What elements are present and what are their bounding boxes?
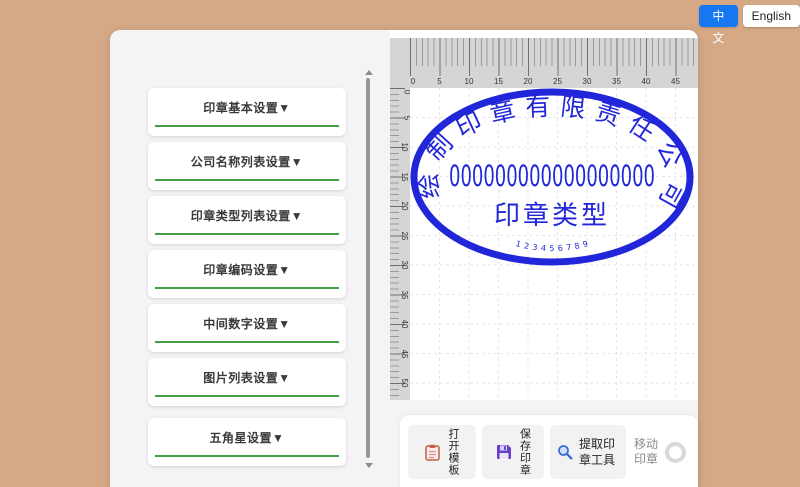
move-stamp-toggle[interactable] (665, 441, 686, 463)
ruler-label: 20 (523, 77, 533, 86)
ruler-label: 40 (400, 319, 410, 329)
ruler-label: 0 (410, 77, 416, 86)
sidebar-item-label: 中间数字设置▼ (203, 317, 291, 331)
horizontal-ruler: 0 5 10 15 20 25 30 35 40 45 (410, 38, 698, 88)
sidebar-item-middle-number-settings[interactable]: 中间数字设置▼ (148, 304, 346, 352)
sidebar-item-stamp-basic-settings[interactable]: 印章基本设置▼ (148, 88, 346, 136)
scroll-down-icon[interactable] (365, 463, 373, 468)
ruler-label: 45 (671, 77, 680, 86)
ruler-label: 40 (641, 77, 651, 86)
move-stamp-label: 移动印章 (634, 437, 659, 466)
green-underline (155, 395, 339, 397)
open-template-label: 打开模板 (447, 428, 459, 476)
green-underline (155, 179, 339, 181)
ruler-label: 15 (494, 77, 503, 86)
sidebar-scrollbar[interactable] (363, 70, 373, 468)
sidebar-item-label: 印章编码设置▼ (203, 263, 291, 277)
sidebar-item-company-name-list-settings[interactable]: 公司名称列表设置▼ (148, 142, 346, 190)
ruler-label: 35 (612, 77, 621, 86)
chinese-language-button[interactable]: 中文 (699, 5, 738, 45)
sidebar-item-image-list-settings[interactable]: 图片列表设置▼ (148, 358, 346, 406)
bottom-toolbar: 打开模板 保存印章 提取印章工具 移动印章 (400, 415, 698, 487)
sidebar-item-stamp-code-settings[interactable]: 印章编码设置▼ (148, 250, 346, 298)
ruler-label: 30 (400, 260, 410, 270)
sidebar-item-label: 印章类型列表设置▼ (190, 209, 304, 223)
green-underline (155, 125, 339, 127)
green-underline (155, 455, 339, 457)
sidebar-item-label: 公司名称列表设置▼ (190, 155, 304, 169)
scrollbar-thumb[interactable] (366, 78, 370, 458)
extract-stamp-tool-label: 提取印章工具 (579, 437, 616, 467)
scroll-up-icon[interactable] (365, 70, 373, 75)
clipboard-icon (425, 444, 440, 461)
ruler-label: 30 (582, 77, 592, 86)
stamp-drawing[interactable]: 绘制印章有限责任公司 000000000000000000 印章类型 12345… (406, 81, 698, 400)
ruler-label: 50 (400, 378, 410, 388)
extract-stamp-tool-button[interactable]: 提取印章工具 (550, 425, 626, 479)
ruler-label: 35 (400, 290, 410, 299)
floppy-icon (496, 445, 511, 459)
stamp-code-text: 000000000000000000 (449, 159, 655, 193)
sidebar-item-label: 图片列表设置▼ (203, 371, 291, 385)
main-panel: 印章基本设置▼ 公司名称列表设置▼ 印章类型列表设置▼ 印章编码设置▼ 中间数字… (110, 30, 698, 487)
ruler-label: 25 (400, 231, 410, 240)
sidebar-item-label: 印章基本设置▼ (203, 101, 291, 115)
sidebar-item-five-pointed-star-settings[interactable]: 五角星设置▼ (148, 418, 346, 466)
ruler-label: 25 (553, 77, 562, 86)
save-stamp-label: 保存印章 (518, 428, 531, 476)
english-language-button[interactable]: English (742, 5, 800, 27)
open-template-button[interactable]: 打开模板 (408, 425, 476, 479)
green-underline (155, 233, 339, 235)
ruler-label: 45 (400, 349, 410, 358)
ruler-label: 10 (400, 142, 410, 152)
stamp-type-text: 印章类型 (494, 201, 610, 231)
ruler-label: 10 (464, 77, 474, 86)
stamp-canvas-zone: 0 5 10 15 20 25 30 35 40 45 0 5 10 15 20… (390, 30, 698, 400)
move-stamp-control: 移动印章 (634, 425, 686, 467)
language-switcher: 中文 English (699, 5, 800, 45)
sidebar-item-stamp-type-list-settings[interactable]: 印章类型列表设置▼ (148, 196, 346, 244)
ruler-major-ticks (410, 38, 698, 76)
ruler-label: 20 (400, 201, 410, 211)
green-underline (155, 287, 339, 289)
ruler-label: 5 (437, 77, 442, 86)
magnifier-icon (558, 445, 573, 460)
ruler-corner (390, 38, 410, 88)
sidebar-item-label: 五角星设置▼ (209, 431, 285, 445)
green-underline (155, 341, 339, 343)
stamp-canvas[interactable]: 绘制印章有限责任公司 000000000000000000 印章类型 12345… (406, 81, 698, 400)
stamp-seal[interactable]: 绘制印章有限责任公司 000000000000000000 印章类型 12345… (406, 81, 694, 266)
ruler-label: 15 (400, 172, 410, 181)
save-stamp-button[interactable]: 保存印章 (482, 425, 544, 479)
vertical-ruler: 0 5 10 15 20 25 30 35 40 45 50 (390, 88, 411, 400)
